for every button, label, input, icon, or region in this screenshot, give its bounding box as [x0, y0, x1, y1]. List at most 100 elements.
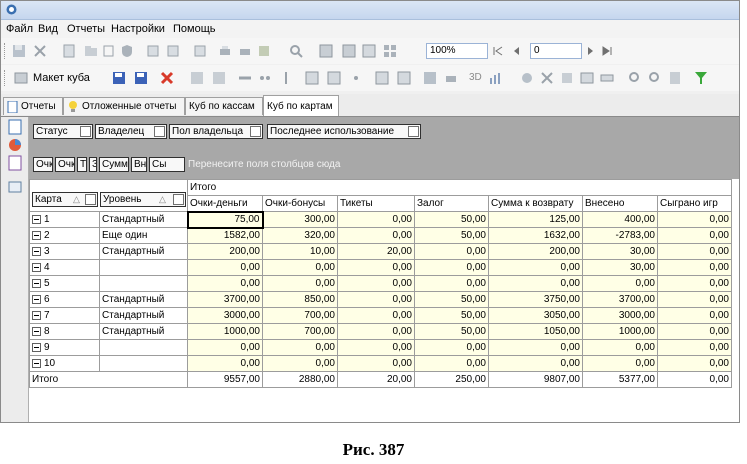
- collapse-icon[interactable]: [32, 230, 41, 240]
- search-icon[interactable]: [288, 43, 304, 59]
- value-cell[interactable]: 1050,00: [488, 323, 583, 340]
- value-cell[interactable]: 0,00: [657, 339, 732, 356]
- data-field-points-bonus[interactable]: Очк: [55, 157, 75, 172]
- print-setup-icon[interactable]: [237, 43, 253, 59]
- menu-file[interactable]: Файл: [6, 23, 33, 35]
- value-cell[interactable]: 1000,00: [582, 323, 658, 340]
- column-header[interactable]: Очки-бонусы: [262, 195, 338, 212]
- collapse-icon[interactable]: [32, 294, 41, 304]
- value-cell[interactable]: 0,00: [337, 227, 415, 244]
- export-excel-icon[interactable]: [422, 70, 438, 86]
- column-header[interactable]: Тикеты: [337, 195, 415, 212]
- copy-icon[interactable]: [101, 43, 117, 59]
- prev-page-icon[interactable]: [508, 43, 524, 59]
- collapse-icon[interactable]: [32, 246, 41, 256]
- dropdown-arrow-icon[interactable]: [408, 126, 419, 137]
- tab-reports[interactable]: Отчеты: [3, 97, 63, 115]
- value-cell[interactable]: 0,00: [657, 211, 732, 228]
- value-cell[interactable]: 0,00: [582, 275, 658, 292]
- value-cell[interactable]: 320,00: [262, 227, 338, 244]
- value-cell[interactable]: 400,00: [582, 211, 658, 228]
- dropdown-arrow-icon[interactable]: [80, 126, 91, 137]
- value-cell[interactable]: -2783,00: [582, 227, 658, 244]
- value-cell[interactable]: 75,00: [186, 210, 264, 229]
- report-view-icon[interactable]: [7, 119, 23, 135]
- chart-wizard-icon[interactable]: [211, 70, 227, 86]
- value-cell[interactable]: 0,00: [582, 339, 658, 356]
- value-cell[interactable]: 0,00: [337, 323, 415, 340]
- data-field-refund-sum[interactable]: Сумм: [99, 157, 129, 172]
- value-cell[interactable]: 20,00: [337, 243, 415, 260]
- value-cell[interactable]: 1000,00: [187, 323, 263, 340]
- grid-icon[interactable]: [374, 70, 390, 86]
- value-cell[interactable]: 0,00: [187, 259, 263, 276]
- value-cell[interactable]: 0,00: [187, 275, 263, 292]
- menu-help[interactable]: Помощь: [173, 23, 216, 35]
- value-cell[interactable]: 0,00: [187, 355, 263, 372]
- value-cell[interactable]: 50,00: [414, 323, 489, 340]
- menu-view[interactable]: Вид: [38, 23, 58, 35]
- value-cell[interactable]: 0,00: [488, 355, 583, 372]
- value-cell[interactable]: 0,00: [414, 355, 489, 372]
- save-as-icon[interactable]: [133, 70, 149, 86]
- value-cell[interactable]: 300,00: [262, 211, 338, 228]
- page-icon[interactable]: [61, 43, 77, 59]
- column-header[interactable]: Сыграно игр: [657, 195, 732, 212]
- filter-table-icon[interactable]: [326, 70, 342, 86]
- page-number-input[interactable]: 0: [530, 43, 582, 59]
- value-cell[interactable]: 0,00: [657, 275, 732, 292]
- value-cell[interactable]: 0,00: [337, 211, 415, 228]
- tab-deferred-reports[interactable]: Отложенные отчеты: [63, 97, 185, 115]
- dropdown-arrow-icon[interactable]: [154, 126, 165, 137]
- value-cell[interactable]: 10,00: [262, 243, 338, 260]
- card-cell[interactable]: 10: [29, 355, 100, 372]
- scissors-icon[interactable]: [539, 70, 555, 86]
- dropdown-arrow-icon[interactable]: [85, 194, 96, 205]
- column-header[interactable]: Очки-деньги: [187, 195, 263, 212]
- data-field-tickets[interactable]: Т: [77, 157, 87, 172]
- dropdown-arrow-icon[interactable]: [173, 194, 184, 205]
- value-cell[interactable]: 200,00: [488, 243, 583, 260]
- value-cell[interactable]: 0,00: [657, 291, 732, 308]
- view-double-icon[interactable]: [341, 43, 357, 59]
- menu-reports[interactable]: Отчеты: [67, 23, 105, 35]
- value-cell[interactable]: 0,00: [337, 307, 415, 324]
- value-cell[interactable]: 0,00: [657, 243, 732, 260]
- print-preview-icon[interactable]: [145, 43, 161, 59]
- notes-icon[interactable]: [7, 155, 23, 171]
- print-icon[interactable]: [217, 43, 233, 59]
- collapse-icon[interactable]: [32, 262, 41, 272]
- row-field-level[interactable]: Уровень △: [100, 192, 186, 207]
- value-cell[interactable]: 0,00: [337, 291, 415, 308]
- filter-status[interactable]: Статус: [33, 124, 93, 139]
- card-cell[interactable]: 4: [29, 259, 100, 276]
- save-disk-icon[interactable]: [11, 43, 27, 59]
- value-cell[interactable]: 0,00: [337, 339, 415, 356]
- columns-icon[interactable]: [599, 70, 615, 86]
- collapse-icon[interactable]: [32, 342, 41, 352]
- value-cell[interactable]: 50,00: [414, 291, 489, 308]
- printer-icon[interactable]: [443, 70, 459, 86]
- filter-owner[interactable]: Владелец: [95, 124, 167, 139]
- value-cell[interactable]: 1582,00: [187, 227, 263, 244]
- view-single-icon[interactable]: [318, 43, 334, 59]
- value-cell[interactable]: 125,00: [488, 211, 583, 228]
- value-cell[interactable]: 3050,00: [488, 307, 583, 324]
- value-cell[interactable]: 0,00: [414, 243, 489, 260]
- card-cell[interactable]: 1: [29, 211, 100, 228]
- value-cell[interactable]: 0,00: [657, 355, 732, 372]
- zoom-in-icon[interactable]: [627, 70, 643, 86]
- sum-icon[interactable]: [304, 70, 320, 86]
- value-cell[interactable]: 0,00: [262, 275, 338, 292]
- folder-icon[interactable]: [83, 43, 99, 59]
- export-icon[interactable]: [165, 43, 181, 59]
- save-icon[interactable]: [111, 70, 127, 86]
- value-cell[interactable]: 3000,00: [582, 307, 658, 324]
- tab-cube-cards[interactable]: Куб по картам: [263, 95, 339, 116]
- value-cell[interactable]: 0,00: [657, 323, 732, 340]
- value-cell[interactable]: 850,00: [262, 291, 338, 308]
- value-cell[interactable]: 700,00: [262, 307, 338, 324]
- currency-icon[interactable]: [278, 70, 294, 86]
- total-cell[interactable]: 20,00: [337, 371, 415, 388]
- value-cell[interactable]: 0,00: [414, 275, 489, 292]
